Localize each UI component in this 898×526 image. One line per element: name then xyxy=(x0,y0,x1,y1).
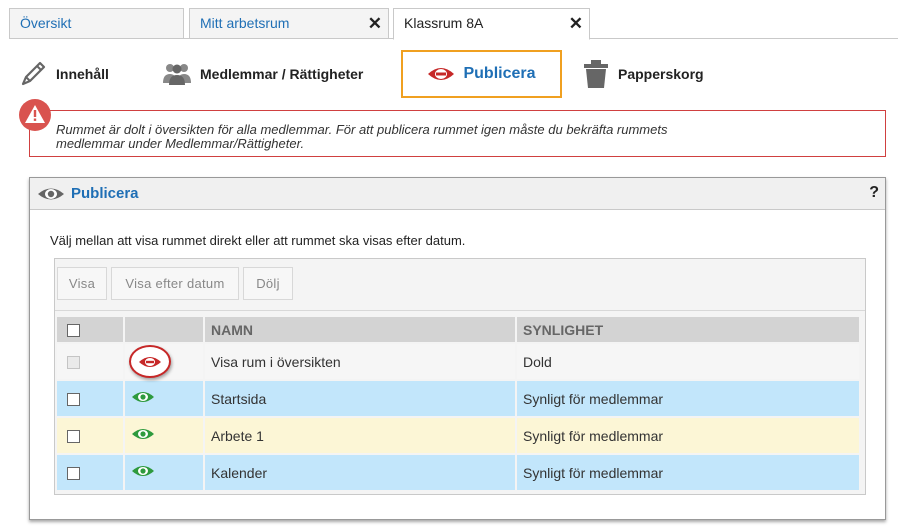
table-row: Arbete 1 Synligt för medlemmar xyxy=(57,418,859,453)
tab-label: Översikt xyxy=(20,15,72,31)
row-visibility: Synligt för medlemmar xyxy=(517,381,859,416)
visible-eye-icon[interactable] xyxy=(131,390,155,407)
panel-description: Välj mellan att visa rummet direkt eller… xyxy=(50,233,466,248)
row-checkbox[interactable] xyxy=(67,430,80,444)
publicera-panel: Publicera ? Välj mellan att visa rummet … xyxy=(29,177,886,520)
table-header-row: NAMN SYNLIGHET xyxy=(57,317,859,342)
action-label: Publicera xyxy=(463,65,536,82)
column-header-visibility: SYNLIGHET xyxy=(517,317,859,342)
row-visibility: Synligt för medlemmar xyxy=(517,455,859,490)
tab-oversikt[interactable]: Översikt xyxy=(9,8,184,39)
publish-settings: Visa Visa efter datum Dölj NAMN SYNLIGHE… xyxy=(54,258,866,495)
table-row: Startsida Synligt för medlemmar xyxy=(57,381,859,416)
innehall-button[interactable]: Innehåll xyxy=(18,50,109,98)
warning-banner: Rummet är dolt i översikten för alla med… xyxy=(29,110,886,157)
medlemmar-rattigheter-button[interactable]: Medlemmar / Rättigheter xyxy=(162,50,363,98)
tab-label: Klassrum 8A xyxy=(404,15,484,31)
row-checkbox[interactable] xyxy=(67,467,80,481)
visible-eye-icon[interactable] xyxy=(131,464,155,481)
trash-icon xyxy=(582,59,610,89)
visibility-segment-bar: Visa Visa efter datum Dölj xyxy=(55,259,865,311)
publicera-button[interactable]: Publicera xyxy=(401,50,562,98)
hidden-eye-icon[interactable] xyxy=(129,345,171,378)
action-label: Medlemmar / Rättigheter xyxy=(200,66,364,82)
members-icon xyxy=(162,61,192,87)
segment-visa[interactable]: Visa xyxy=(57,267,107,300)
pencil-icon xyxy=(18,59,48,89)
row-checkbox[interactable] xyxy=(67,356,80,370)
help-icon[interactable]: ? xyxy=(869,184,879,202)
action-label: Papperskorg xyxy=(618,66,704,82)
tab-bar: Översikt Mitt arbetsrum ✕ Klassrum 8A ✕ xyxy=(9,8,898,40)
row-visibility: Synligt för medlemmar xyxy=(517,418,859,453)
eye-icon xyxy=(37,186,65,205)
row-name: Startsida xyxy=(205,381,515,416)
tab-label: Mitt arbetsrum xyxy=(200,15,290,31)
segment-dolj[interactable]: Dölj xyxy=(243,267,293,300)
table-row: Visa rum i översikten Dold xyxy=(57,344,859,379)
warning-icon xyxy=(18,98,52,132)
row-name: Kalender xyxy=(205,455,515,490)
papperskorg-button[interactable]: Papperskorg xyxy=(582,50,704,98)
warning-text: Rummet är dolt i översikten för alla med… xyxy=(56,122,668,151)
action-label: Innehåll xyxy=(56,66,109,82)
segment-visa-efter-datum[interactable]: Visa efter datum xyxy=(111,267,239,300)
row-visibility: Dold xyxy=(517,344,859,379)
tab-mitt-arbetsrum[interactable]: Mitt arbetsrum ✕ xyxy=(189,8,389,39)
panel-header: Publicera ? xyxy=(30,178,885,210)
hidden-eye-icon xyxy=(427,65,455,83)
publish-table: NAMN SYNLIGHET Visa rum i översikten Dol… xyxy=(55,315,861,492)
row-name: Arbete 1 xyxy=(205,418,515,453)
close-icon[interactable]: ✕ xyxy=(368,9,382,38)
select-all-checkbox[interactable] xyxy=(67,324,80,338)
row-name: Visa rum i översikten xyxy=(205,344,515,379)
visible-eye-icon[interactable] xyxy=(131,427,155,444)
column-header-name: NAMN xyxy=(205,317,515,342)
panel-title: Publicera xyxy=(71,185,139,202)
close-icon[interactable]: ✕ xyxy=(569,9,583,38)
icon-column-header xyxy=(125,317,203,342)
select-all-cell xyxy=(57,317,123,342)
row-checkbox[interactable] xyxy=(67,393,80,407)
tab-klassrum-8a[interactable]: Klassrum 8A ✕ xyxy=(393,8,590,40)
table-row: Kalender Synligt för medlemmar xyxy=(57,455,859,490)
